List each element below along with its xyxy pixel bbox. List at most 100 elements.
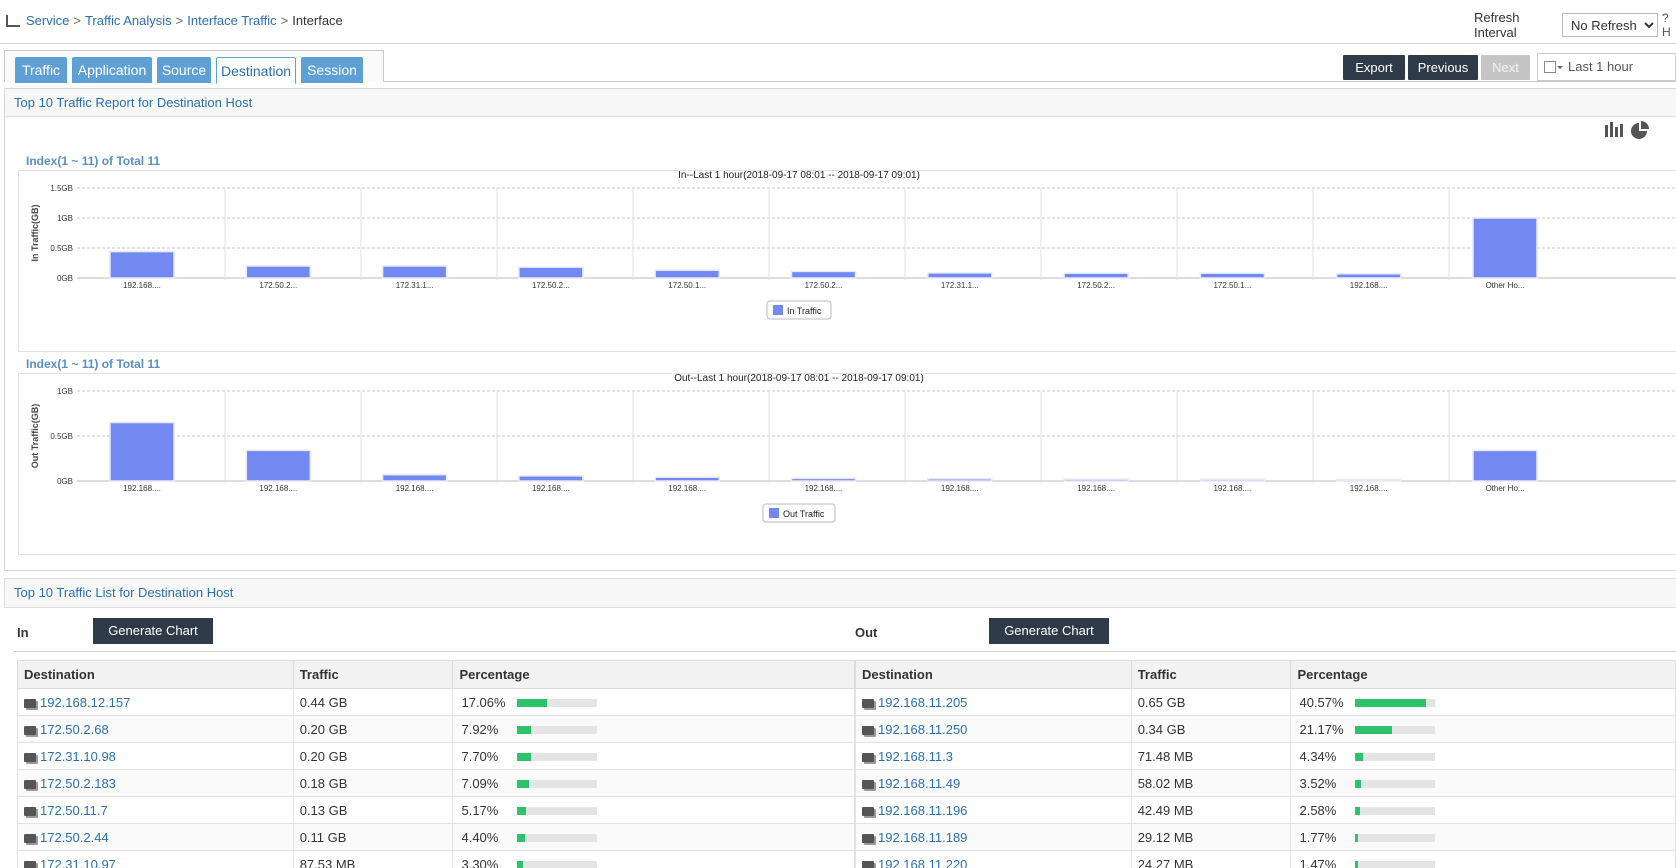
percentage-cell: 1.77% — [1290, 823, 1676, 851]
column-destination[interactable]: Destination — [855, 660, 1132, 689]
column-destination[interactable]: Destination — [17, 660, 294, 689]
destination-link[interactable]: 172.31.10.98 — [40, 749, 116, 764]
bar[interactable] — [1472, 217, 1538, 279]
bar[interactable] — [1199, 272, 1266, 279]
destination-link[interactable]: 172.31.10.97 — [40, 857, 116, 868]
destination-link[interactable]: 172.50.2.183 — [40, 776, 116, 791]
bar[interactable] — [381, 473, 448, 482]
legend-label: Out Traffic — [783, 509, 825, 519]
column-percentage[interactable]: Percentage — [452, 660, 855, 689]
destination-cell: 172.50.2.183 — [17, 769, 294, 797]
bar[interactable] — [518, 475, 584, 482]
generate-chart-out-button[interactable]: Generate Chart — [989, 618, 1109, 644]
bar[interactable] — [109, 421, 175, 482]
destination-link[interactable]: 192.168.11.3 — [878, 749, 953, 764]
export-button[interactable]: Export — [1343, 55, 1405, 80]
percentage-value: 3.52% — [1299, 775, 1337, 791]
destination-link[interactable]: 192.168.11.250 — [878, 722, 967, 737]
column-traffic[interactable]: Traffic — [1130, 660, 1292, 689]
legend-swatch — [769, 508, 779, 518]
percentage-cell: 7.09% — [452, 769, 855, 797]
tab-session[interactable]: Session — [301, 57, 363, 83]
in-chart-index: Index(1 ~ 11) of Total 11 — [26, 154, 161, 168]
destination-link[interactable]: 192.168.11.189 — [878, 830, 967, 845]
bar[interactable] — [1335, 478, 1402, 482]
bar[interactable] — [654, 476, 720, 482]
bar-chart-icon[interactable] — [1604, 120, 1624, 138]
column-percentage[interactable]: Percentage — [1290, 660, 1676, 689]
host-icon — [24, 806, 36, 816]
bar[interactable] — [518, 266, 584, 279]
help-icon[interactable]: ?H — [1662, 11, 1676, 39]
bar[interactable] — [1335, 273, 1402, 279]
host-icon — [24, 725, 36, 735]
bar[interactable] — [109, 250, 175, 279]
percentage-value: 1.47% — [1299, 856, 1337, 868]
percentage-bar — [1355, 807, 1436, 816]
bar[interactable] — [1472, 449, 1538, 482]
percentage-value: 4.34% — [1299, 748, 1337, 764]
percentage-bar — [1355, 699, 1436, 708]
time-range-select[interactable]: Last 1 hour — [1537, 53, 1676, 81]
x-tick-label: 172.31.1... — [396, 281, 434, 290]
breadcrumb-traffic-analysis[interactable]: Traffic Analysis — [85, 13, 172, 28]
breadcrumb-interface-traffic[interactable]: Interface Traffic — [187, 13, 276, 28]
x-tick-label: 192.168.... — [1350, 281, 1388, 290]
bar[interactable] — [790, 477, 857, 482]
x-tick-label: 172.50.2... — [805, 281, 843, 290]
generate-chart-in-button[interactable]: Generate Chart — [93, 618, 213, 644]
legend-swatch — [773, 305, 783, 315]
destination-link[interactable]: 192.168.12.157 — [40, 695, 130, 710]
previous-button[interactable]: Previous — [1408, 55, 1478, 80]
x-tick-label: 192.168.... — [941, 484, 979, 493]
refresh-interval-select[interactable]: No Refresh — [1561, 13, 1658, 37]
tab-group: Traffic Application Source Destination S… — [4, 50, 384, 84]
percentage-cell: 40.57% — [1290, 688, 1676, 716]
bar[interactable] — [381, 265, 448, 279]
traffic-cell: 0.11 GB — [292, 823, 454, 851]
destination-link[interactable]: 172.50.2.68 — [40, 722, 109, 737]
percentage-bar — [517, 807, 598, 816]
percentage-bar-fill — [517, 834, 526, 843]
next-button[interactable]: Next — [1481, 55, 1530, 80]
bar[interactable] — [245, 265, 312, 279]
tab-traffic[interactable]: Traffic — [15, 57, 67, 83]
bar[interactable] — [790, 270, 857, 279]
destination-link[interactable]: 172.50.2.44 — [40, 830, 109, 845]
bar[interactable] — [1063, 272, 1129, 279]
percentage-cell: 7.70% — [452, 742, 855, 770]
x-tick-label: 192.168.... — [259, 484, 297, 493]
tab-destination[interactable]: Destination — [216, 57, 296, 84]
traffic-cell: 24.27 MB — [1130, 850, 1292, 868]
x-tick-label: 172.50.1... — [1213, 281, 1251, 290]
percentage-cell: 17.06% — [452, 688, 855, 716]
tab-source[interactable]: Source — [157, 57, 211, 83]
tab-application[interactable]: Application — [72, 57, 152, 83]
report-title: Top 10 Traffic Report for Destination Ho… — [5, 89, 1676, 117]
destination-link[interactable]: 192.168.11.205 — [878, 695, 967, 710]
chart-legend[interactable]: In Traffic — [766, 300, 832, 320]
percentage-bar — [1355, 753, 1436, 762]
bar[interactable] — [1063, 478, 1129, 482]
table-row: 172.31.10.98 0.20 GB 7.70% — [17, 742, 855, 770]
traffic-cell: 58.02 MB — [1130, 769, 1292, 797]
destination-link[interactable]: 192.168.11.49 — [878, 776, 960, 791]
bar[interactable] — [927, 478, 993, 482]
column-traffic[interactable]: Traffic — [292, 660, 454, 689]
destination-cell: 192.168.11.220 — [855, 850, 1132, 868]
chart-legend[interactable]: Out Traffic — [762, 503, 836, 523]
x-tick-label: 192.168.... — [805, 484, 843, 493]
percentage-value: 21.17% — [1299, 721, 1344, 737]
bar[interactable] — [245, 449, 312, 482]
bar[interactable] — [654, 269, 720, 279]
destination-link[interactable]: 192.168.11.220 — [878, 857, 967, 868]
bar[interactable] — [1199, 478, 1266, 482]
out-label: Out — [855, 625, 878, 640]
breadcrumb-service[interactable]: Service — [26, 13, 69, 28]
table-row: 192.168.12.157 0.44 GB 17.06% — [17, 688, 855, 716]
pie-chart-icon[interactable] — [1629, 120, 1649, 140]
destination-link[interactable]: 192.168.11.196 — [878, 803, 967, 818]
out-chart-box: Out--Last 1 hour(2018-09-17 08:01 -- 201… — [18, 373, 1676, 555]
bar[interactable] — [927, 272, 993, 279]
destination-link[interactable]: 172.50.11.7 — [40, 803, 108, 818]
